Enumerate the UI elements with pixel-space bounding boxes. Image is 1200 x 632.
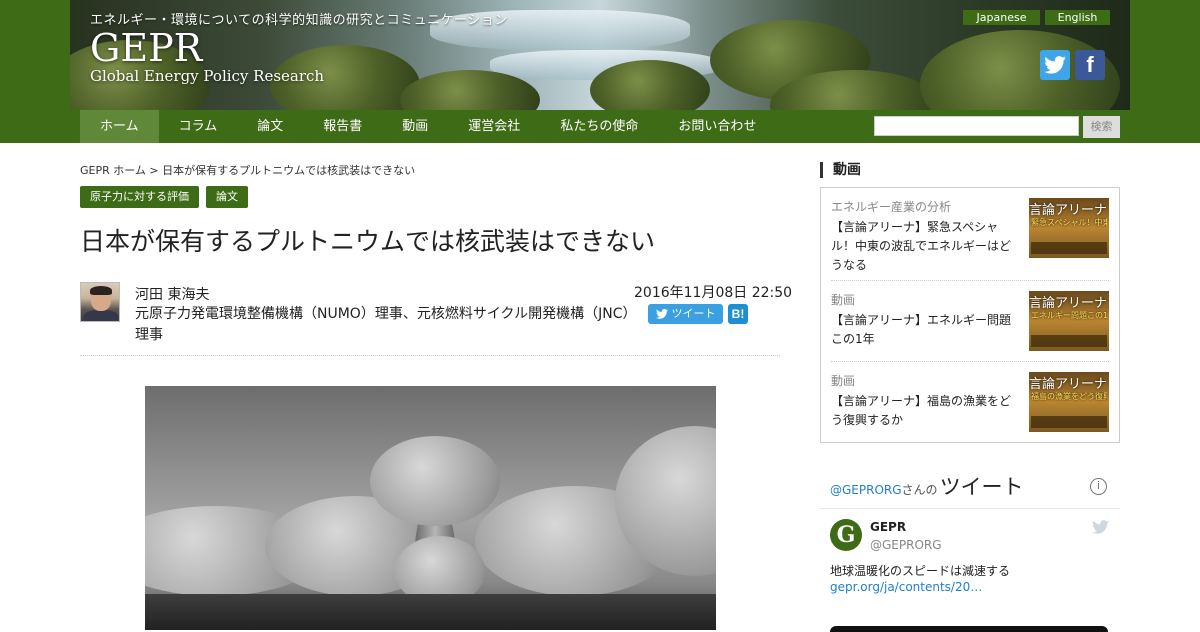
twitter-icon[interactable] [1040,50,1070,80]
language-english-link[interactable]: English [1045,10,1110,25]
tweet-media[interactable] [830,626,1108,632]
tweet-button-label: ツイート [671,307,716,320]
twitter-san-label: さんの [901,483,938,497]
video-thumbnail[interactable]: 言論アリーナ 緊急スペシャル！中東の波乱でエネルギーはどうなる [1029,198,1109,258]
hatena-bookmark-button[interactable]: B! [728,304,748,324]
twitter-bird-icon [1092,520,1109,534]
list-separator [831,280,1109,281]
twitter-handle-link[interactable]: @GEPRORG [830,483,902,497]
video-category[interactable]: 動画 [831,291,855,308]
nav-item-contact[interactable]: お問い合わせ [658,110,776,143]
nav-item-videos[interactable]: 動画 [382,110,448,143]
author-bio: 元原子力発電環境整備機構（NUMO）理事、元核燃料サイクル開発機構（JNC）理事 [135,306,630,343]
twitter-timeline-header: @GEPRORG さんの ツイート [830,471,1024,501]
site-logo[interactable]: GEPR [90,27,202,69]
facebook-icon[interactable]: f [1075,50,1105,80]
main-navigation: ホーム コラム 論文 報告書 動画 運営会社 私たちの使命 お問い合わせ [80,110,776,143]
breadcrumb[interactable]: GEPR ホーム > 日本が保有するプルトニウムでは核武装はできない [80,162,415,178]
video-title[interactable]: 【言論アリーナ】エネルギー問題この1年 [831,311,1021,349]
site-logo-subtitle[interactable]: Global Energy Policy Research [90,67,324,85]
tweet-author-name[interactable]: GEPR [870,520,906,534]
tweet-link[interactable]: gepr.org/ja/contents/20… [830,580,982,594]
tweet-avatar[interactable]: G [830,519,862,551]
nav-item-home[interactable]: ホーム [80,110,159,143]
tweet-text: 地球温暖化のスピードは減速する [830,564,1011,578]
video-category[interactable]: 動画 [831,372,855,389]
twitter-timeline-label: ツイート [939,475,1024,499]
tweet-button[interactable]: ツイート [648,304,723,324]
list-separator [831,361,1109,362]
author-name: 河田 東海夫 [135,287,210,303]
category-tag[interactable]: 原子力に対する評価 [80,186,199,208]
nav-item-reports[interactable]: 報告書 [303,110,382,143]
video-category[interactable]: エネルギー産業の分析 [831,198,951,215]
search-button[interactable]: 検索 [1083,116,1120,138]
search-input[interactable] [874,116,1079,136]
author-avatar [80,282,120,322]
video-title[interactable]: 【言論アリーナ】緊急スペシャル！中東の波乱でエネルギーはどうなる [831,218,1021,275]
article-hero-photo [145,386,716,630]
twitter-bird-icon [655,309,668,319]
video-thumbnail[interactable]: 言論アリーナ 福島の漁業をどう復興するか [1029,372,1109,432]
info-icon[interactable]: i [1090,478,1107,495]
nav-item-mission[interactable]: 私たちの使命 [540,110,658,143]
nav-item-company[interactable]: 運営会社 [448,110,540,143]
language-japanese-link[interactable]: Japanese [963,10,1040,25]
category-tag[interactable]: 論文 [206,186,248,208]
twitter-divider [820,508,1120,509]
nav-item-column[interactable]: コラム [159,110,238,143]
video-thumbnail[interactable]: 言論アリーナ エネルギー問題この1年 [1029,291,1109,351]
article-meta-divider [80,355,780,356]
nav-item-papers[interactable]: 論文 [237,110,303,143]
article-title: 日本が保有するプルトニウムでは核武装はできない [80,227,656,256]
article-date: 2016年11月08日 22:50 [634,285,793,301]
sidebar-video-list: エネルギー産業の分析 【言論アリーナ】緊急スペシャル！中東の波乱でエネルギーはど… [820,187,1120,443]
video-title[interactable]: 【言論アリーナ】福島の漁業をどう復興するか [831,392,1021,430]
sidebar-video-heading: 動画 [820,162,861,178]
tweet-author-handle[interactable]: @GEPRORG [870,538,942,552]
